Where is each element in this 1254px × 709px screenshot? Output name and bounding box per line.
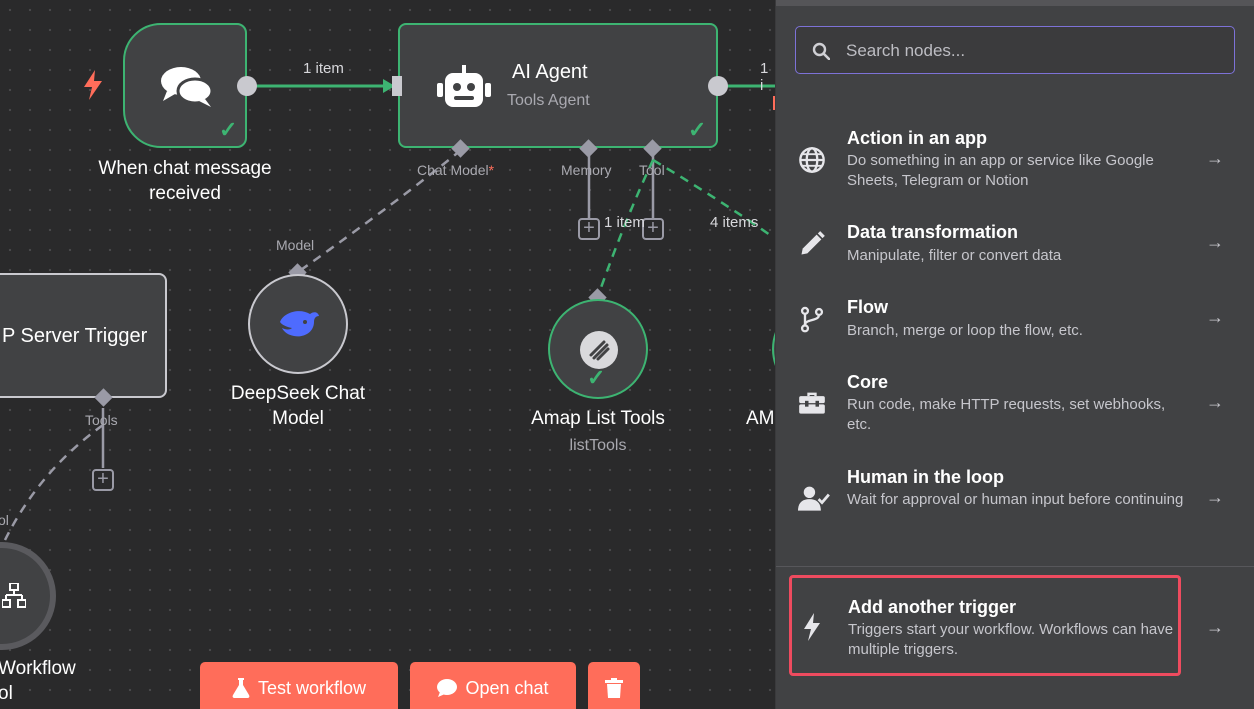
agent-input-handle[interactable] bbox=[392, 76, 402, 96]
model-port-label: Model bbox=[276, 237, 315, 253]
tool-port-label: Tool bbox=[639, 162, 665, 178]
tool-plug-icon bbox=[580, 331, 618, 369]
amap-title: Amap List Tools bbox=[531, 408, 665, 429]
ai-agent-node[interactable]: AI Agent Tools Agent ✓ bbox=[398, 23, 718, 148]
add-tools-button[interactable]: + bbox=[92, 469, 114, 491]
deepseek-chat-model-node[interactable] bbox=[248, 274, 348, 374]
sitemap-icon bbox=[2, 583, 26, 608]
robot-icon bbox=[437, 65, 491, 107]
open-chat-label: Open chat bbox=[465, 677, 549, 698]
item-title: Flow bbox=[847, 297, 888, 317]
ai-agent-title: AI Agent bbox=[512, 61, 588, 83]
deepseek-whale-icon bbox=[280, 311, 319, 337]
add-memory-button[interactable]: + bbox=[578, 218, 600, 240]
category-data-transformation[interactable]: Data transformation Manipulate, filter o… bbox=[776, 212, 1254, 276]
workflow-tool-title: Workflow ol bbox=[0, 658, 76, 704]
test-workflow-button[interactable]: Test workflow bbox=[200, 662, 398, 709]
deepseek-title: DeepSeek Chat Model bbox=[230, 383, 366, 429]
server-trigger-title: P Server Trigger bbox=[2, 325, 148, 347]
amap-list-tools-node[interactable]: ✓ bbox=[548, 299, 648, 399]
category-action-in-app[interactable]: Action in an app Do something in an app … bbox=[776, 118, 1254, 202]
arrow-right-icon: → bbox=[1206, 232, 1224, 252]
edge-label-tool-2: 4 items bbox=[710, 214, 759, 231]
trigger-output-handle[interactable] bbox=[237, 76, 257, 96]
edge-label-trigger-agent: 1 item bbox=[303, 60, 344, 77]
chat-trigger-node[interactable]: ✓ bbox=[123, 23, 247, 148]
panel-top-bar bbox=[776, 0, 1254, 6]
arrow-right-icon: → bbox=[1206, 487, 1224, 507]
agent-output-handle[interactable] bbox=[708, 76, 728, 96]
item-title: Human in the loop bbox=[847, 467, 1004, 487]
chat-bubbles-icon bbox=[161, 67, 214, 107]
am-partial-title: AM bbox=[746, 408, 775, 429]
workflow-canvas[interactable]: ✓ When chat message received 1 item AI A… bbox=[0, 0, 775, 709]
success-check-icon: ✓ bbox=[219, 117, 238, 142]
category-core[interactable]: Core Run code, make HTTP requests, set w… bbox=[776, 362, 1254, 446]
trigger-bolt-icon bbox=[84, 70, 102, 100]
edge-label-agent-out: 1 i bbox=[760, 60, 769, 94]
user-check-icon bbox=[798, 486, 830, 511]
flask-icon bbox=[232, 678, 250, 698]
panel-divider bbox=[776, 566, 1254, 567]
item-title: Core bbox=[847, 372, 889, 392]
delete-button[interactable] bbox=[588, 662, 640, 709]
arrow-right-icon: → bbox=[1206, 617, 1224, 637]
memory-port-label: Memory bbox=[561, 162, 612, 178]
test-workflow-label: Test workflow bbox=[257, 677, 367, 698]
add-tool-button[interactable]: + bbox=[642, 218, 664, 240]
pen-icon bbox=[801, 231, 825, 255]
globe-icon bbox=[799, 147, 825, 173]
open-chat-button[interactable]: Open chat bbox=[410, 662, 576, 709]
arrow-right-icon: → bbox=[1206, 148, 1224, 168]
edge-label-tool-1: 1 item bbox=[604, 214, 645, 231]
chat-model-port-label: Chat Model* bbox=[417, 162, 495, 178]
item-description: Branch, merge or loop the flow, etc. bbox=[847, 322, 1083, 339]
arrow-right-icon: → bbox=[1206, 307, 1224, 327]
item-title: Data transformation bbox=[847, 222, 1019, 242]
toolbox-icon bbox=[799, 392, 825, 414]
item-description: Do something in an app or service like G… bbox=[847, 152, 1154, 189]
branch-icon bbox=[800, 306, 824, 333]
tools-workflow-connection bbox=[3, 423, 104, 541]
search-icon bbox=[812, 42, 830, 60]
item-title: Action in an app bbox=[847, 128, 988, 148]
item-description: Manipulate, filter or convert data bbox=[847, 247, 1062, 264]
item-description: Run code, make HTTP requests, set webhoo… bbox=[847, 396, 1166, 433]
category-flow[interactable]: Flow Branch, merge or loop the flow, etc… bbox=[776, 287, 1254, 351]
chat-trigger-title: When chat message received bbox=[98, 158, 272, 204]
trash-icon bbox=[605, 678, 623, 698]
add-trigger-highlight bbox=[789, 575, 1181, 676]
item-description: Wait for approval or human input before … bbox=[847, 491, 1184, 508]
chat-bubble-icon bbox=[437, 679, 458, 697]
server-trigger-node[interactable]: P Server Trigger bbox=[0, 273, 167, 398]
success-check-icon: ✓ bbox=[587, 365, 606, 390]
category-human-in-the-loop[interactable]: Human in the loop Wait for approval or h… bbox=[776, 457, 1254, 541]
search-box[interactable] bbox=[795, 26, 1235, 75]
search-input[interactable] bbox=[844, 27, 1228, 75]
success-check-icon: ✓ bbox=[688, 117, 707, 142]
amap-subtitle: listTools bbox=[569, 437, 627, 454]
workflow-tool-port-label: ol bbox=[0, 512, 9, 528]
tools-port-label: Tools bbox=[85, 412, 118, 428]
arrow-right-icon: → bbox=[1206, 392, 1224, 412]
ai-agent-subtitle: Tools Agent bbox=[507, 92, 590, 109]
